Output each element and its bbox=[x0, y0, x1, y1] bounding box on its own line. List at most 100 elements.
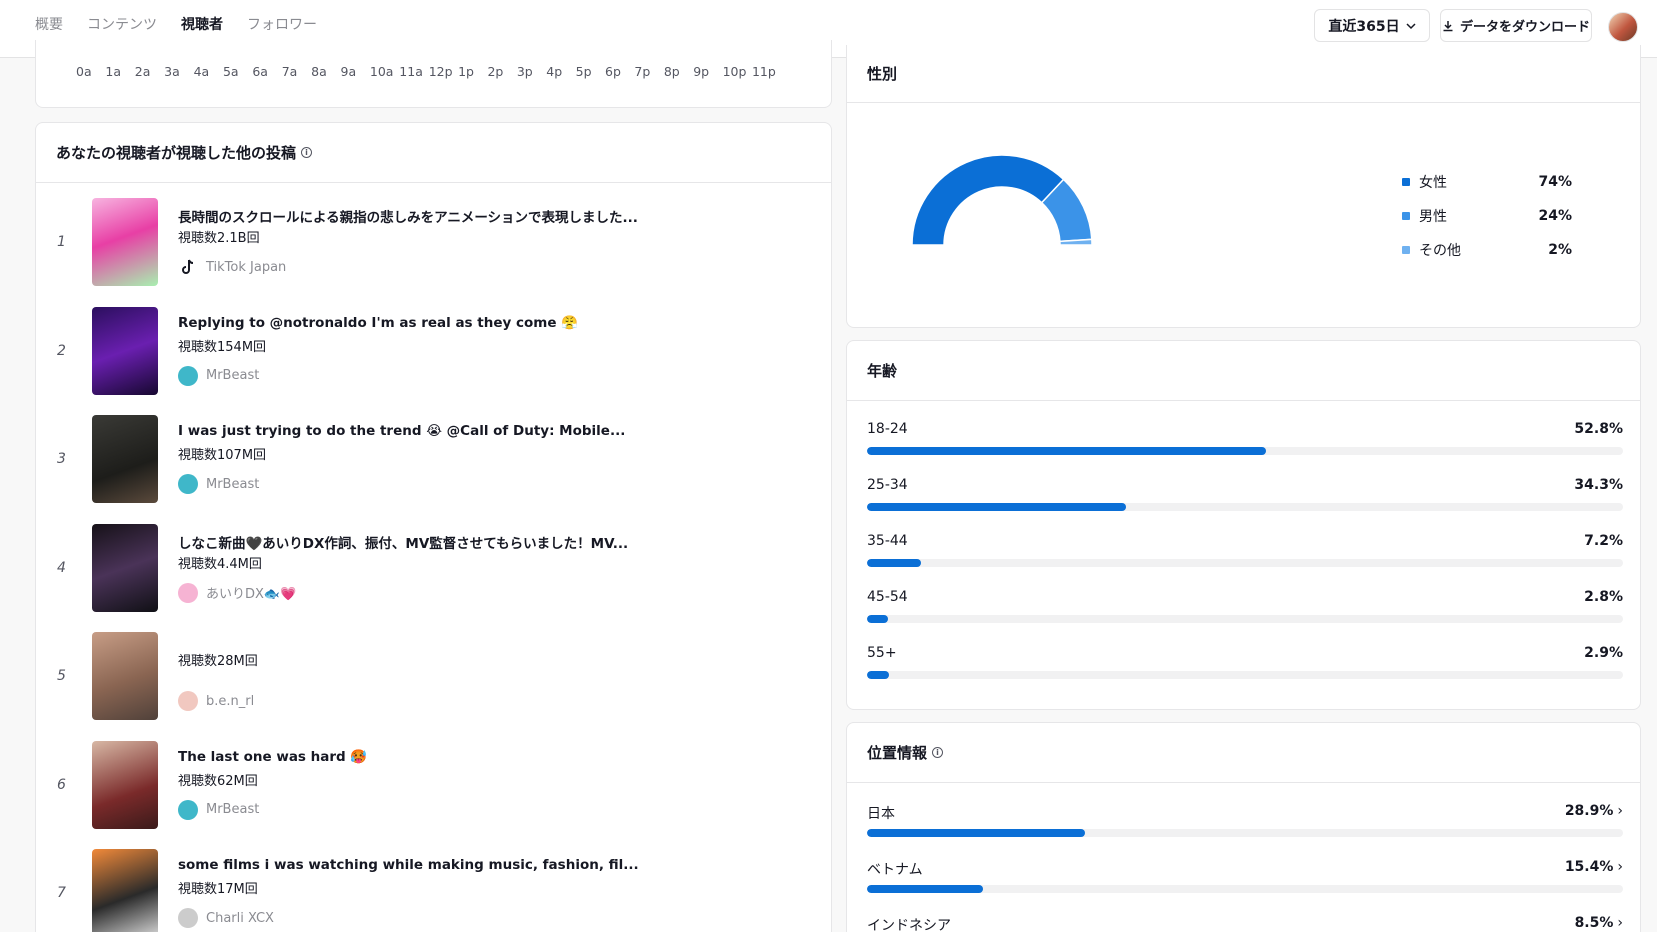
hour-label: 1p bbox=[458, 64, 474, 79]
post-list-item[interactable]: 3 I was just trying to do the trend 😭 @Ca… bbox=[36, 415, 833, 507]
author-avatar bbox=[178, 365, 198, 386]
age-value: 52.8% bbox=[1574, 421, 1623, 437]
info-icon[interactable]: i bbox=[301, 147, 313, 158]
chevron-right-icon[interactable]: › bbox=[1617, 859, 1623, 875]
date-range-dropdown[interactable]: 直近365日 bbox=[1314, 9, 1430, 42]
download-label: データをダウンロード bbox=[1459, 20, 1590, 35]
post-list-item[interactable]: 4 しなこ新曲🖤あいりDX作詞、振付、MV監督させてもらいました！MV... 視聴数… bbox=[36, 523, 833, 616]
post-view-count: 視聴数62M回 bbox=[178, 773, 258, 789]
post-thumbnail[interactable] bbox=[92, 198, 158, 286]
post-title[interactable]: 長時間のスクロールによる親指の悲しみをアニメーションで表現しました... bbox=[178, 206, 638, 226]
location-header: 位置情報 i bbox=[847, 723, 1640, 783]
age-bar-track bbox=[867, 559, 1623, 567]
post-list-item[interactable]: 6 The last one was hard 🥵 視聴数62M回 MrBeast bbox=[36, 740, 833, 833]
post-author[interactable]: MrBeast bbox=[178, 799, 260, 820]
post-list-item[interactable]: 5 視聴数28M回 b.e.n_rl bbox=[36, 632, 833, 724]
activity-hours-card: 0a 1a 2a 3a 4a 5a 6a 7a 8a 9a 10a 11a 12p 1p 2p 3p 4p 5p 6… bbox=[35, 40, 832, 108]
age-title: 年齢 bbox=[867, 362, 898, 380]
post-title[interactable]: しなこ新曲🖤あいりDX作詞、振付、MV監督させてもらいました！MV... bbox=[178, 532, 628, 552]
post-author-name: Charli XCX bbox=[206, 910, 274, 926]
post-list-item[interactable]: 2 Replying to @notronaldo I'm as real as … bbox=[36, 306, 833, 399]
location-card: 位置情報 i 日本 28.9% › ベトナム 15.4% › インドネシア 8.5% › bbox=[846, 722, 1641, 932]
chevron-right-icon[interactable]: › bbox=[1617, 803, 1623, 819]
age-bar-fill bbox=[867, 615, 889, 623]
location-row[interactable]: 日本 28.9% › bbox=[867, 803, 1623, 859]
hour-label: 6p bbox=[605, 64, 621, 79]
gender-legend-label: 男性 bbox=[1419, 209, 1447, 225]
gender-legend-value: 24% bbox=[1538, 208, 1572, 224]
post-thumbnail[interactable] bbox=[92, 306, 158, 395]
post-author[interactable]: b.e.n_rl bbox=[178, 691, 254, 711]
hour-label: 2p bbox=[487, 64, 504, 79]
location-bar-fill bbox=[867, 829, 1086, 837]
age-row: 55+ 2.9% bbox=[867, 645, 1623, 701]
age-label: 35-44 bbox=[867, 533, 908, 549]
post-author-name: MrBeast bbox=[206, 802, 260, 817]
post-list-item[interactable]: 7 some films i was watching while making … bbox=[36, 849, 833, 932]
post-title[interactable]: some films i was watching while making m… bbox=[178, 857, 639, 873]
post-author[interactable]: MrBeast bbox=[178, 365, 259, 386]
age-label: 45-54 bbox=[867, 589, 908, 605]
location-value: 28.9% › bbox=[1564, 803, 1623, 819]
hour-label: 10p bbox=[722, 64, 747, 79]
download-data-button[interactable]: データをダウンロード bbox=[1440, 9, 1592, 42]
hour-label: 11p bbox=[751, 64, 776, 79]
location-label: 日本 bbox=[867, 806, 895, 822]
hour-label: 5p bbox=[575, 64, 592, 79]
chevron-down-icon bbox=[1406, 22, 1416, 29]
post-thumbnail[interactable] bbox=[92, 740, 158, 829]
age-bar-track bbox=[867, 615, 1623, 623]
age-row: 35-44 7.2% bbox=[867, 533, 1623, 589]
location-bar-track bbox=[867, 885, 1623, 893]
post-author[interactable]: MrBeast bbox=[178, 474, 259, 494]
post-author-name: MrBeast bbox=[206, 476, 260, 492]
post-rank: 4 bbox=[57, 559, 66, 576]
post-list-item[interactable]: 1 長時間のスクロールによる親指の悲しみをアニメーションで表現しました... 視聴数… bbox=[36, 198, 833, 290]
hour-label: 1a bbox=[105, 64, 122, 79]
post-rank: 7 bbox=[57, 885, 66, 901]
age-label: 55+ bbox=[867, 645, 897, 661]
post-author[interactable]: あいりDX🐟💗 bbox=[178, 582, 297, 603]
gender-legend-value: 2% bbox=[1548, 242, 1572, 258]
post-thumbnail[interactable] bbox=[92, 849, 158, 932]
hour-label: 0a bbox=[76, 64, 92, 79]
download-icon bbox=[1443, 20, 1453, 31]
gender-slice[interactable] bbox=[911, 154, 1065, 246]
post-rank: 2 bbox=[57, 342, 66, 359]
hour-label: 9a bbox=[340, 64, 357, 79]
location-row[interactable]: ベトナム 15.4% › bbox=[867, 859, 1623, 915]
post-author[interactable]: TikTok Japan bbox=[178, 257, 286, 277]
age-bar-fill bbox=[867, 503, 1127, 511]
author-avatar bbox=[178, 582, 198, 603]
hour-label: 6a bbox=[252, 64, 268, 79]
age-bar-fill bbox=[867, 671, 889, 679]
age-bar-track bbox=[867, 447, 1623, 455]
other-posts-card: あなたの視聴者が視聴した他の投稿 i 1 長時間のスクロールによる親指の悲しみをア… bbox=[35, 122, 832, 932]
other-posts-title: あなたの視聴者が視聴した他の投稿 i bbox=[56, 142, 313, 163]
post-title[interactable]: Replying to @notronaldo I'm as real as t… bbox=[178, 315, 578, 331]
info-icon[interactable]: i bbox=[932, 747, 944, 758]
age-value: 34.3% bbox=[1574, 477, 1623, 493]
location-value: 15.4% › bbox=[1564, 859, 1623, 875]
author-avatar bbox=[178, 474, 198, 494]
post-thumbnail[interactable] bbox=[92, 415, 158, 503]
post-thumbnail[interactable] bbox=[92, 523, 158, 612]
post-title[interactable]: The last one was hard 🥵 bbox=[178, 749, 367, 765]
post-thumbnail[interactable] bbox=[92, 632, 158, 720]
post-rank: 5 bbox=[57, 668, 66, 684]
profile-avatar[interactable] bbox=[1608, 12, 1638, 42]
chevron-right-icon[interactable]: › bbox=[1617, 915, 1623, 931]
gender-legend-label: その他 bbox=[1419, 243, 1461, 259]
post-title[interactable]: I was just trying to do the trend 😭 @Cal… bbox=[178, 423, 625, 439]
location-row[interactable]: インドネシア 8.5% › bbox=[867, 915, 1623, 932]
gender-header: 性別 bbox=[847, 45, 1640, 103]
gender-legend-value: 74% bbox=[1538, 174, 1572, 190]
post-rank: 1 bbox=[57, 234, 66, 250]
gender-donut-chart bbox=[911, 154, 1093, 246]
age-row: 45-54 2.8% bbox=[867, 589, 1623, 645]
hour-label: 4a bbox=[193, 64, 210, 79]
age-bar-fill bbox=[867, 447, 1267, 455]
location-value: 8.5% › bbox=[1574, 915, 1623, 931]
post-author[interactable]: Charli XCX bbox=[178, 908, 274, 928]
post-author-name: あいりDX🐟💗 bbox=[206, 587, 297, 602]
